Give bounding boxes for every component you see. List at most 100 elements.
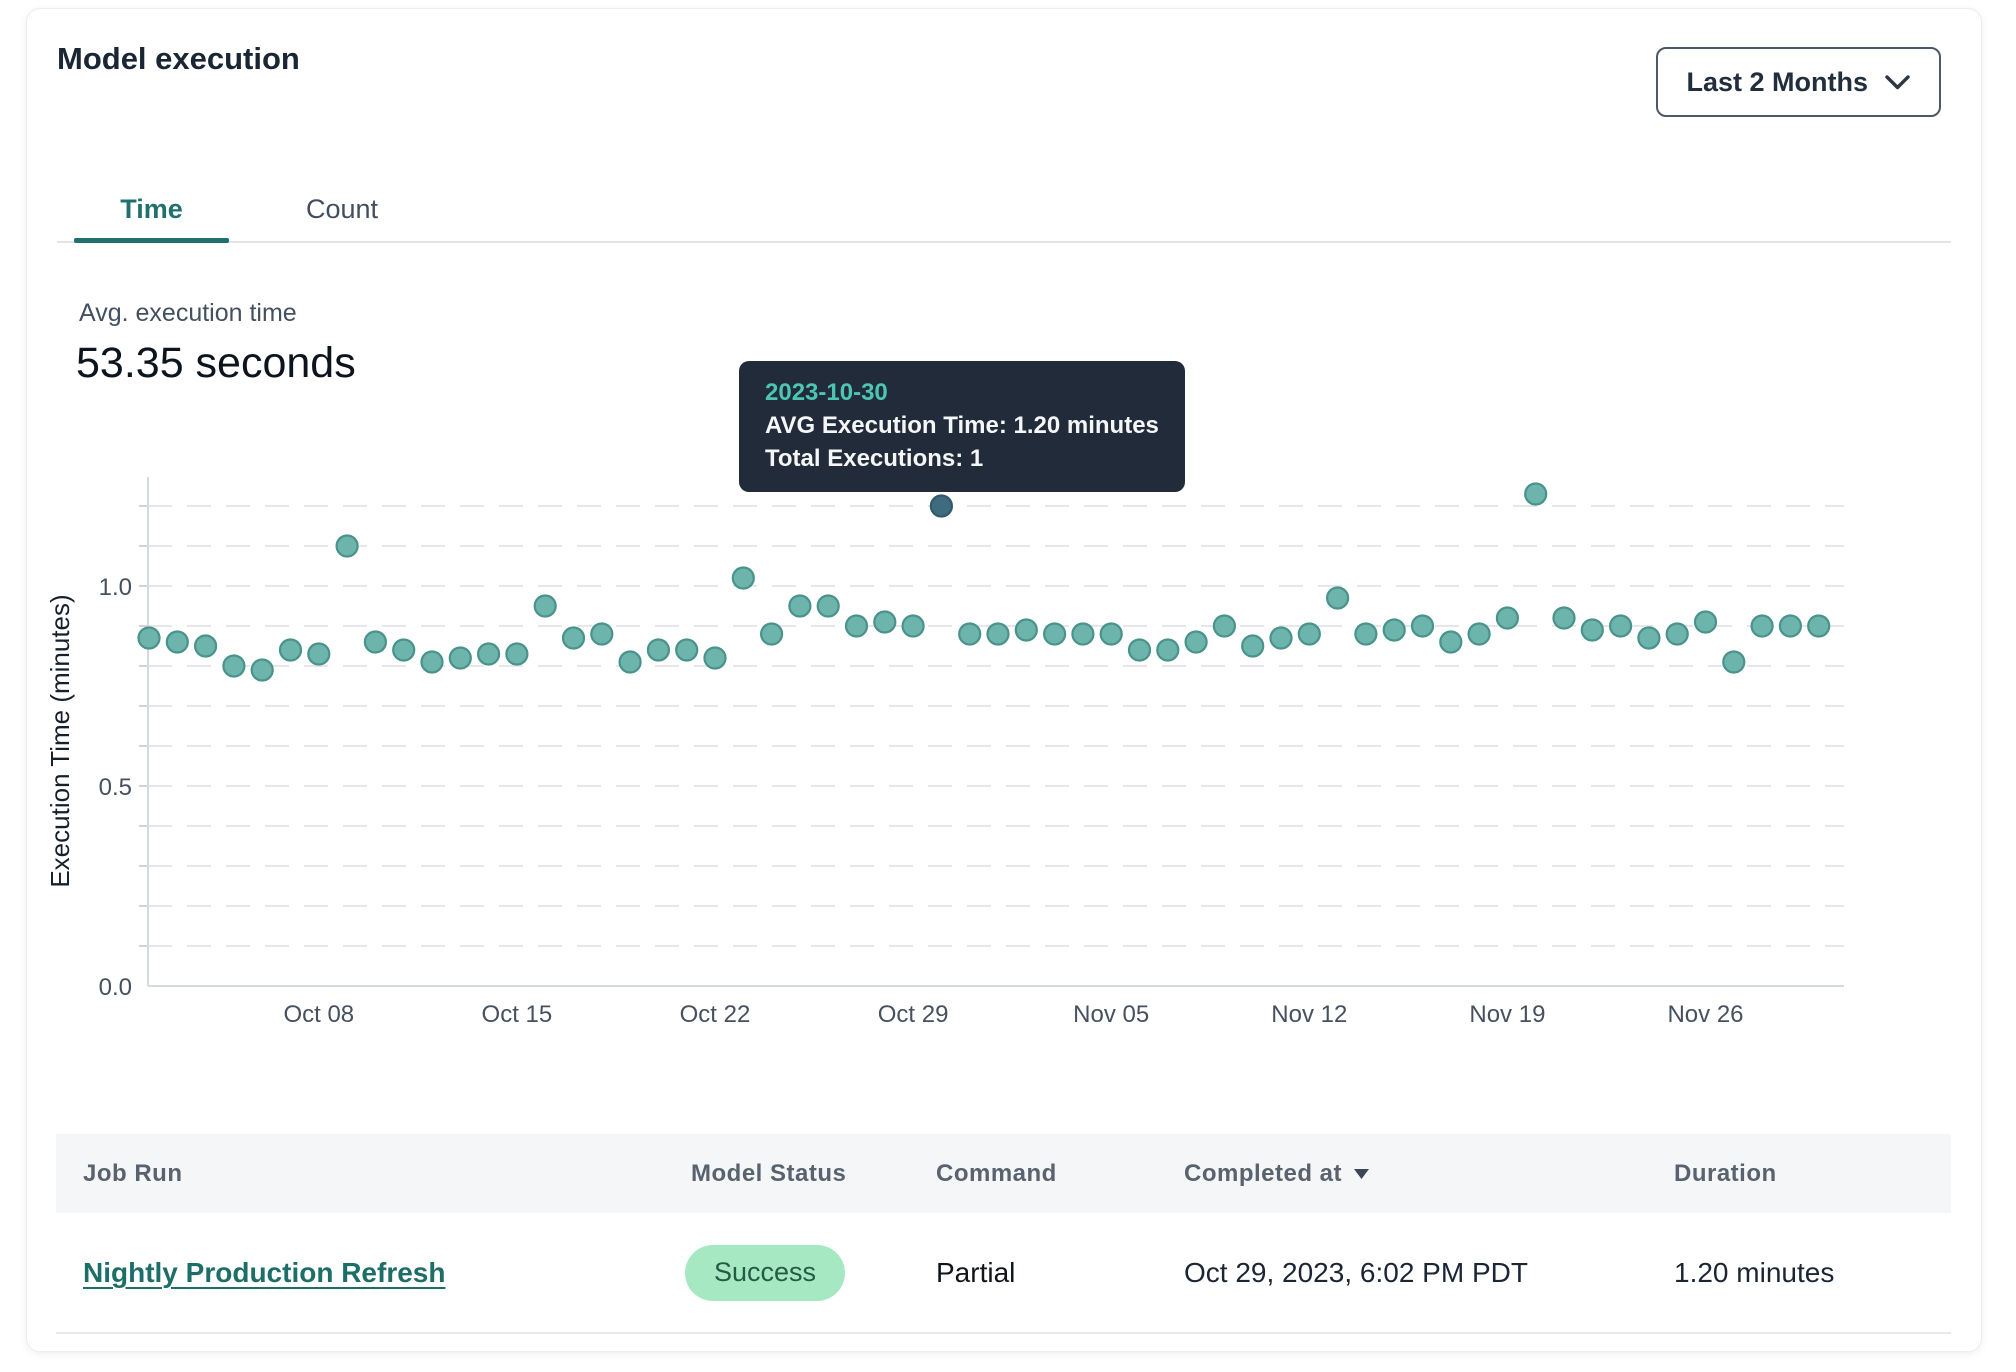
- job-run-link[interactable]: Nightly Production Refresh: [83, 1257, 445, 1289]
- page-title: Model execution: [57, 41, 300, 77]
- tooltip-date: 2023-10-30: [765, 376, 1159, 409]
- data-point[interactable]: [1808, 616, 1829, 637]
- chevron-down-icon: [1884, 74, 1911, 91]
- tab-count[interactable]: Count: [272, 177, 412, 241]
- data-point[interactable]: [195, 636, 216, 657]
- y-axis-title: Execution Time (minutes): [45, 594, 75, 887]
- data-point[interactable]: [1525, 484, 1546, 505]
- data-point[interactable]: [223, 656, 244, 677]
- data-point[interactable]: [1582, 620, 1603, 641]
- data-point[interactable]: [818, 596, 839, 617]
- avg-execution-time-value: 53.35 seconds: [76, 339, 356, 388]
- data-point[interactable]: [846, 616, 867, 637]
- data-point[interactable]: [1412, 616, 1433, 637]
- date-range-dropdown[interactable]: Last 2 Months: [1656, 47, 1941, 117]
- data-point[interactable]: [988, 624, 1009, 645]
- data-point[interactable]: [1667, 624, 1688, 645]
- data-point[interactable]: [1016, 620, 1037, 641]
- column-header-model-status[interactable]: Model Status: [691, 1160, 846, 1188]
- data-point[interactable]: [1695, 612, 1716, 633]
- data-point[interactable]: [789, 596, 810, 617]
- x-tick-label: Nov 12: [1271, 1001, 1347, 1028]
- x-tick-label: Oct 15: [482, 1001, 553, 1028]
- x-tick-label: Nov 26: [1667, 1001, 1743, 1028]
- column-header-duration[interactable]: Duration: [1674, 1160, 1777, 1188]
- data-point[interactable]: [1072, 624, 1093, 645]
- data-point[interactable]: [733, 568, 754, 589]
- data-point[interactable]: [1780, 616, 1801, 637]
- data-point[interactable]: [903, 616, 924, 637]
- chart-tabs: Time Count: [57, 177, 1951, 243]
- status-badge: Success: [685, 1245, 845, 1301]
- column-header-completed-at-label: Completed at: [1184, 1160, 1342, 1188]
- data-point[interactable]: [308, 644, 329, 665]
- data-point[interactable]: [1327, 588, 1348, 609]
- data-point[interactable]: [252, 660, 273, 681]
- data-point[interactable]: [1638, 628, 1659, 649]
- data-point[interactable]: [620, 652, 641, 673]
- data-point[interactable]: [1129, 640, 1150, 661]
- sort-desc-icon: [1352, 1167, 1371, 1181]
- data-point[interactable]: [280, 640, 301, 661]
- data-point[interactable]: [1242, 636, 1263, 657]
- command-cell: Partial: [936, 1257, 1015, 1289]
- data-point[interactable]: [676, 640, 697, 661]
- column-header-completed-at[interactable]: Completed at: [1184, 1160, 1371, 1188]
- data-point[interactable]: [535, 596, 556, 617]
- duration-cell: 1.20 minutes: [1674, 1257, 1834, 1289]
- data-point[interactable]: [874, 612, 895, 633]
- model-execution-card: Model execution Last 2 Months Time Count…: [26, 8, 1982, 1352]
- data-point[interactable]: [648, 640, 669, 661]
- y-tick-label: 0.5: [99, 774, 132, 801]
- data-point[interactable]: [1044, 624, 1065, 645]
- data-point[interactable]: [761, 624, 782, 645]
- data-point[interactable]: [1752, 616, 1773, 637]
- data-point[interactable]: [393, 640, 414, 661]
- chart-tooltip: 2023-10-30 AVG Execution Time: 1.20 minu…: [739, 361, 1185, 492]
- data-point[interactable]: [1469, 624, 1490, 645]
- data-point[interactable]: [1554, 608, 1575, 629]
- tooltip-total-executions: Total Executions: 1: [765, 442, 1159, 475]
- data-point[interactable]: [1271, 628, 1292, 649]
- data-point[interactable]: [591, 624, 612, 645]
- data-point[interactable]: [422, 652, 443, 673]
- table-row: Nightly Production Refresh Success Parti…: [56, 1213, 1951, 1334]
- data-point[interactable]: [1440, 632, 1461, 653]
- avg-execution-time-label: Avg. execution time: [79, 299, 297, 328]
- tab-time[interactable]: Time: [74, 177, 229, 241]
- data-point[interactable]: [705, 648, 726, 669]
- data-point[interactable]: [478, 644, 499, 665]
- table-header-row: Job Run Model Status Command Completed a…: [56, 1134, 1951, 1213]
- x-tick-label: Nov 19: [1469, 1001, 1545, 1028]
- data-point[interactable]: [1355, 624, 1376, 645]
- x-tick-label: Oct 22: [680, 1001, 751, 1028]
- x-tick-label: Nov 05: [1073, 1001, 1149, 1028]
- data-point[interactable]: [1723, 652, 1744, 673]
- data-point[interactable]: [959, 624, 980, 645]
- data-point[interactable]: [506, 644, 527, 665]
- job-runs-table: Job Run Model Status Command Completed a…: [56, 1134, 1951, 1334]
- data-point[interactable]: [1214, 616, 1235, 637]
- data-point[interactable]: [450, 648, 471, 669]
- data-point[interactable]: [1157, 640, 1178, 661]
- x-tick-label: Oct 29: [878, 1001, 949, 1028]
- date-range-value: Last 2 Months: [1686, 67, 1868, 98]
- data-point[interactable]: [1384, 620, 1405, 641]
- completed-at-cell: Oct 29, 2023, 6:02 PM PDT: [1184, 1257, 1528, 1289]
- data-point[interactable]: [337, 536, 358, 557]
- data-point[interactable]: [1186, 632, 1207, 653]
- tooltip-avg-execution-time: AVG Execution Time: 1.20 minutes: [765, 409, 1159, 442]
- column-header-job-run[interactable]: Job Run: [83, 1160, 183, 1188]
- data-point[interactable]: [1497, 608, 1518, 629]
- data-point[interactable]: [139, 628, 160, 649]
- execution-time-scatter-chart[interactable]: 0.00.51.0Oct 08Oct 15Oct 22Oct 29Nov 05N…: [27, 471, 1983, 1051]
- data-point[interactable]: [563, 628, 584, 649]
- data-point[interactable]: [1101, 624, 1122, 645]
- selected-data-point[interactable]: [931, 496, 952, 517]
- data-point[interactable]: [1610, 616, 1631, 637]
- column-header-command[interactable]: Command: [936, 1160, 1057, 1188]
- y-tick-label: 1.0: [99, 574, 132, 601]
- data-point[interactable]: [365, 632, 386, 653]
- data-point[interactable]: [1299, 624, 1320, 645]
- data-point[interactable]: [167, 632, 188, 653]
